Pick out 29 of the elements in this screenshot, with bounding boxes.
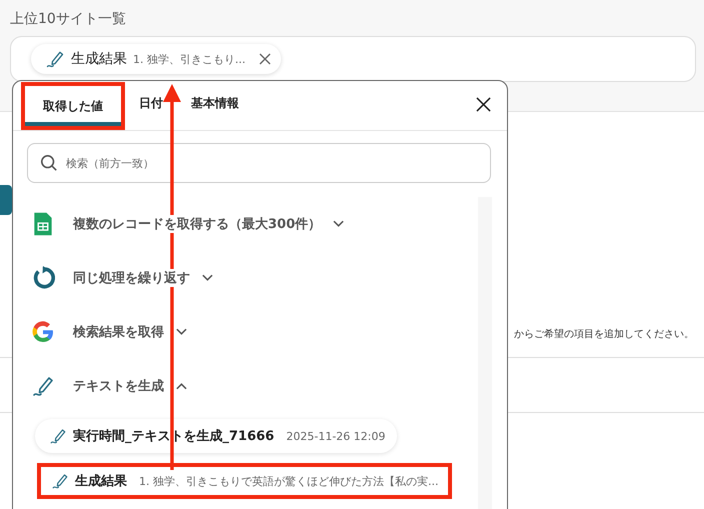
pen-icon (51, 472, 69, 490)
output-name: 実行時間_テキストを生成_71666 (73, 428, 274, 445)
group-label: 検索結果を取得 (73, 323, 164, 341)
input-field[interactable]: 生成結果 1. 独学、引きこもり... (10, 36, 696, 82)
group-label: テキストを生成 (73, 377, 164, 395)
field-label: 上位10サイト一覧 (10, 10, 127, 28)
chip-value: 1. 独学、引きこもり... (133, 52, 246, 66)
tab[interactable]: 日付 (125, 81, 177, 130)
output-name: 生成結果 (75, 473, 127, 490)
tab[interactable]: 基本情報 (177, 81, 253, 130)
group-item[interactable]: 複数のレコードを取得する（最大300件） (13, 197, 478, 251)
close-icon[interactable] (476, 97, 491, 112)
search-field[interactable]: 検索（前方一致） (27, 143, 491, 183)
group-item[interactable]: テキストを生成 (13, 359, 478, 413)
g-logo-icon (31, 319, 55, 345)
refresh-icon (31, 265, 55, 291)
output-value: 2025-11-26 12:09 (286, 430, 386, 442)
pen-icon (45, 49, 65, 69)
chip-name: 生成結果 (71, 50, 127, 68)
variable-chip[interactable]: 生成結果 1. 独学、引きこもり... (31, 44, 282, 74)
tab[interactable]: 取得した値 (21, 82, 125, 130)
search-icon (40, 154, 58, 172)
output-value: 1. 独学、引きこもりで英語が驚くほど伸びた方法【私の実... (139, 474, 438, 488)
group-item[interactable]: 同じ処理を繰り返す (13, 251, 478, 305)
output-chip[interactable]: 実行時間_テキストを生成_71666 2025-11-26 12:09 (35, 419, 398, 453)
group-item[interactable]: 検索結果を取得 (13, 305, 478, 359)
group-label: 同じ処理を繰り返す (73, 269, 190, 287)
pen-icon (49, 427, 67, 445)
hint-text: からご希望の項目を追加してください。 (514, 328, 694, 341)
